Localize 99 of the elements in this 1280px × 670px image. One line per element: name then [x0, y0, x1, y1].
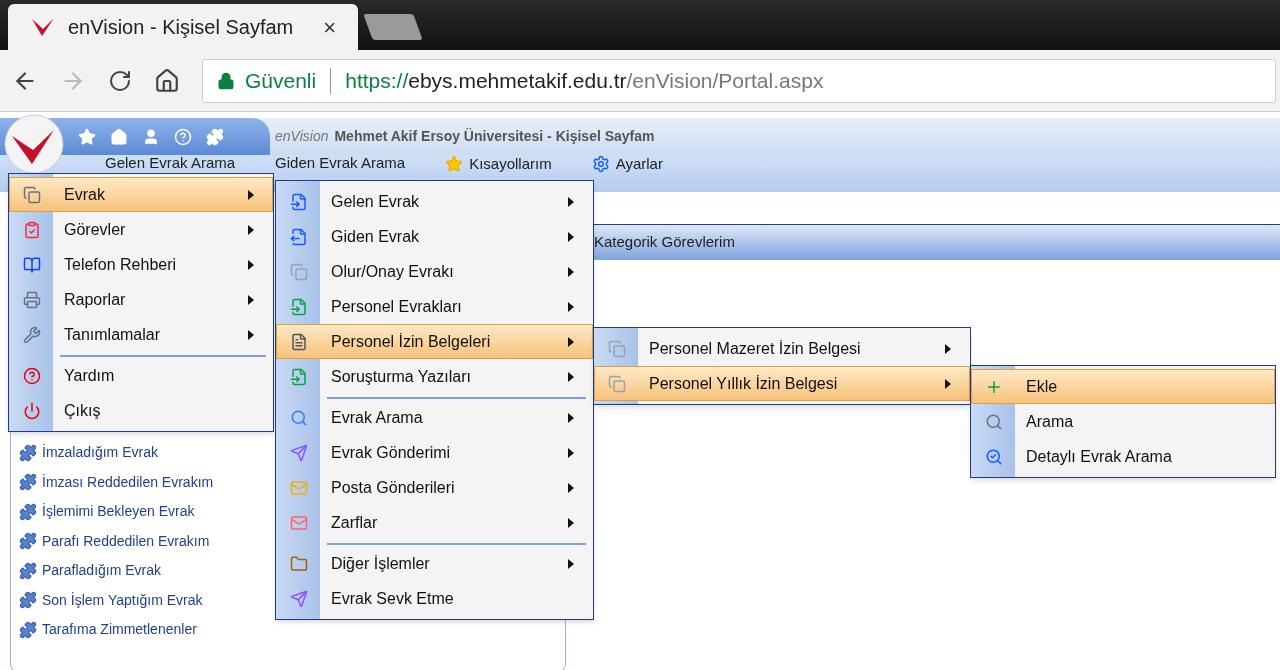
puzzle-icon — [19, 443, 37, 462]
menu-item[interactable]: Evrak Gönderimi — [276, 435, 593, 470]
nav-link[interactable]: Ayarlar — [591, 155, 663, 173]
page-title: Mehmet Akif Ersoy Üniversitesi - Kişisel Sayfam — [334, 127, 655, 146]
quick-link[interactable]: İmzaladığım Evrak — [42, 442, 158, 463]
menu-item[interactable]: Personel Mazeret İzin Belgesi — [594, 331, 970, 366]
quick-link[interactable]: Tarafıma Zimmetlenenler — [42, 619, 197, 640]
caret-icon — [248, 259, 254, 270]
send-icon — [290, 443, 308, 462]
user-icon[interactable] — [142, 127, 160, 146]
menu-item[interactable]: Görevler — [9, 212, 273, 247]
url-text: https://ebys.mehmetakif.edu.tr/enVision/Portal.aspx — [345, 67, 824, 94]
caret-icon — [568, 266, 574, 277]
document-icon — [290, 227, 308, 246]
puzzle-icon[interactable] — [206, 127, 224, 146]
menu-item[interactable]: Diğer İşlemler — [276, 540, 593, 581]
caret-icon — [568, 336, 574, 347]
caret-icon — [568, 447, 574, 458]
menu-item[interactable]: Evrak — [9, 177, 273, 212]
address-field[interactable]: Güvenli https://ebys.mehmetakif.edu.tr/enVision/Portal.aspx — [202, 58, 1276, 103]
caret-icon — [248, 189, 254, 200]
puzzle-icon — [19, 502, 37, 521]
menu-item[interactable]: Telefon Rehberi — [9, 247, 273, 282]
menu-item[interactable]: Gelen Evrak — [276, 184, 593, 219]
caret-icon — [568, 558, 574, 569]
menu-item[interactable]: Personel Evrakları — [276, 289, 593, 324]
document-icon — [290, 367, 308, 386]
caret-icon — [568, 482, 574, 493]
nav-link[interactable]: Gelen Evrak Arama — [105, 155, 236, 171]
caret-icon — [248, 294, 254, 305]
folder-icon — [290, 554, 308, 573]
quick-link[interactable]: Parafı Reddedilen Evrakım — [42, 530, 210, 552]
menu-item[interactable]: Evrak Arama — [276, 394, 593, 435]
printer-icon — [23, 290, 41, 309]
search-icon — [985, 447, 1003, 466]
caret-icon — [248, 329, 254, 340]
caret-icon — [248, 224, 254, 235]
pages-icon — [608, 339, 626, 358]
caret-icon — [568, 231, 574, 242]
quick-link[interactable]: İşlemimi Bekleyen Evrak — [42, 501, 195, 522]
envelope-icon — [290, 478, 308, 497]
star-icon[interactable] — [78, 127, 96, 146]
help-icon[interactable] — [174, 127, 192, 146]
caret-icon — [945, 343, 951, 354]
security-label: Güvenli — [245, 67, 317, 94]
browser-tab[interactable]: enVision - Kişisel Sayfam × — [8, 4, 358, 50]
puzzle-icon — [19, 620, 37, 639]
document-icon — [290, 297, 308, 316]
logo-drawing — [4, 114, 64, 174]
menu-item[interactable]: Zarflar — [276, 505, 593, 540]
puzzle-icon — [19, 561, 37, 580]
menu-item[interactable]: Evrak Sevk Etme — [276, 581, 593, 616]
pages-icon — [608, 374, 626, 393]
document-icon — [290, 192, 308, 211]
menu-item[interactable]: Soruşturma Yazıları — [276, 359, 593, 394]
help-icon — [23, 366, 41, 385]
caret-icon — [568, 196, 574, 207]
lock-icon — [217, 71, 235, 90]
menu-item[interactable]: Arama — [971, 404, 1275, 439]
caret-icon — [568, 412, 574, 423]
book-icon — [23, 255, 41, 274]
wrench-icon — [23, 325, 41, 344]
send-icon — [290, 589, 308, 608]
reload-icon[interactable] — [108, 68, 132, 93]
nav-link[interactable]: Kısayollarım — [445, 155, 552, 173]
menu-item[interactable]: Yardım — [9, 352, 273, 393]
search-icon — [985, 412, 1003, 431]
power-icon — [23, 401, 41, 420]
menu-item[interactable]: Posta Gönderileri — [276, 470, 593, 505]
puzzle-icon — [19, 473, 37, 491]
pages-icon — [23, 185, 41, 204]
envelope-icon — [290, 513, 308, 532]
tab-title: enVision - Kişisel Sayfam — [68, 15, 294, 40]
menu-item[interactable]: Personel İzin Belgeleri — [276, 324, 593, 359]
menu-item[interactable]: Personel Yıllık İzin Belgesi — [594, 366, 970, 401]
menu-item[interactable]: Detaylı Evrak Arama — [971, 439, 1275, 474]
settings-icon — [591, 155, 610, 173]
menu-item[interactable]: Ekle — [971, 369, 1275, 404]
star-icon — [445, 155, 464, 173]
clipboard-icon — [23, 220, 41, 239]
menu-item[interactable]: Raporlar — [9, 282, 273, 317]
quick-link[interactable]: Parafladığım Evrak — [42, 560, 162, 581]
pages-icon — [290, 262, 308, 281]
close-button[interactable]: × — [323, 10, 336, 44]
nav-link[interactable]: Giden Evrak Arama — [275, 155, 406, 171]
document-icon — [290, 332, 308, 351]
puzzle-icon — [19, 591, 37, 609]
search-icon — [290, 408, 308, 427]
brand-logo: enVision — [275, 127, 329, 146]
puzzle-icon — [19, 532, 37, 550]
caret-icon — [945, 378, 951, 389]
caret-icon — [568, 301, 574, 312]
menu-item[interactable]: Tanımlamalar — [9, 317, 273, 352]
menu-item[interactable]: Çıkış — [9, 393, 273, 428]
home-icon[interactable] — [154, 67, 180, 94]
caret-icon — [568, 517, 574, 528]
quick-link[interactable]: Son İşlem Yaptığım Evrak — [42, 589, 203, 611]
caret-icon — [568, 371, 574, 382]
quick-link[interactable]: İmzası Reddedilen Evrakım — [42, 471, 214, 493]
